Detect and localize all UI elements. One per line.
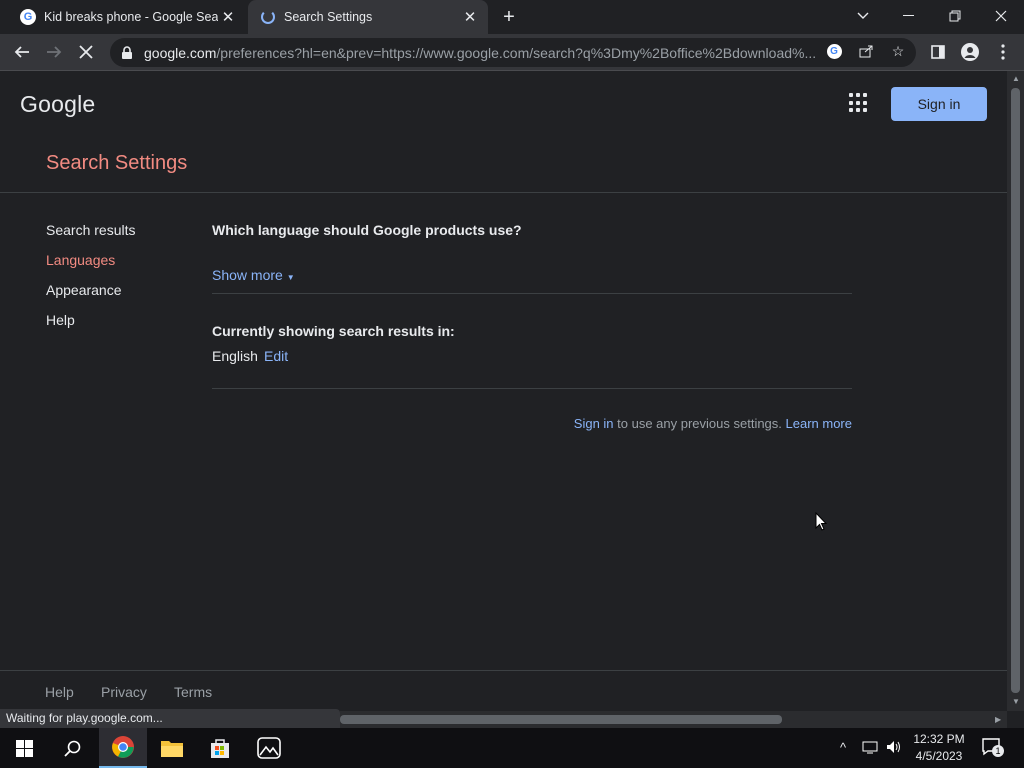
sign-in-link[interactable]: Sign in bbox=[574, 416, 614, 431]
footer-help-link[interactable]: Help bbox=[45, 684, 74, 700]
restore-icon[interactable] bbox=[932, 0, 978, 32]
bookmark-star-icon[interactable]: ☆ bbox=[887, 40, 909, 62]
status-bar: Waiting for play.google.com... bbox=[0, 709, 340, 728]
section-divider bbox=[212, 293, 852, 294]
sidebar-item-appearance[interactable]: Appearance bbox=[46, 282, 122, 298]
browser-toolbar: google.com/preferences?hl=en&prev=https:… bbox=[0, 34, 1024, 71]
search-icon[interactable] bbox=[48, 728, 96, 768]
chrome-taskbar-icon[interactable] bbox=[99, 728, 147, 768]
notification-badge: 1 bbox=[992, 745, 1004, 757]
sign-in-note: Sign in to use any previous settings. Le… bbox=[573, 416, 852, 431]
google-apps-icon[interactable] bbox=[849, 93, 869, 113]
horizontal-scroll-thumb[interactable] bbox=[340, 715, 782, 724]
tab-title: Kid breaks phone - Google Searc bbox=[44, 10, 218, 24]
sidebar-item-search-results[interactable]: Search results bbox=[46, 222, 135, 238]
file-explorer-icon[interactable] bbox=[148, 728, 196, 768]
dropdown-arrow-icon: ▼ bbox=[286, 273, 295, 282]
profile-icon[interactable] bbox=[956, 38, 984, 66]
volume-icon[interactable] bbox=[886, 740, 902, 757]
loading-spinner-icon bbox=[260, 9, 276, 25]
tab-google-search[interactable]: G Kid breaks phone - Google Searc ✕ bbox=[8, 0, 246, 34]
header-divider bbox=[0, 192, 1007, 193]
close-tab-icon[interactable]: ✕ bbox=[460, 7, 480, 27]
stop-loading-icon[interactable] bbox=[72, 38, 100, 66]
microsoft-store-icon[interactable] bbox=[196, 728, 244, 768]
clock-date: 4/5/2023 bbox=[915, 749, 963, 763]
footer-terms-link[interactable]: Terms bbox=[174, 684, 212, 700]
sidebar-item-languages[interactable]: Languages bbox=[46, 252, 115, 268]
language-question-heading: Which language should Google products us… bbox=[212, 222, 522, 238]
network-icon[interactable] bbox=[862, 740, 878, 757]
share-icon[interactable] bbox=[855, 40, 877, 62]
learn-more-link[interactable]: Learn more bbox=[786, 416, 852, 431]
address-bar[interactable]: google.com/preferences?hl=en&prev=https:… bbox=[110, 38, 916, 67]
scroll-down-icon[interactable]: ▼ bbox=[1012, 697, 1020, 706]
show-more-link[interactable]: Show more ▼ bbox=[212, 267, 295, 283]
google-lens-icon[interactable]: G bbox=[823, 40, 845, 62]
lock-icon[interactable] bbox=[120, 45, 134, 60]
notification-center-icon[interactable]: 1 bbox=[982, 738, 1004, 759]
new-tab-icon[interactable]: + bbox=[497, 5, 521, 29]
footer-privacy-link[interactable]: Privacy bbox=[101, 684, 147, 700]
minimize-icon[interactable] bbox=[886, 0, 932, 32]
results-language-heading: Currently showing search results in: bbox=[212, 323, 455, 339]
show-hidden-icons-icon[interactable]: ^ bbox=[840, 740, 846, 755]
page-content: Google Sign in Search Settings Search re… bbox=[0, 71, 1007, 711]
sidebar-item-help[interactable]: Help bbox=[46, 312, 75, 328]
forward-icon[interactable] bbox=[40, 38, 68, 66]
page-title: Search Settings bbox=[46, 152, 188, 174]
scroll-right-icon[interactable]: ▶ bbox=[995, 715, 1001, 724]
close-window-icon[interactable] bbox=[978, 0, 1024, 32]
close-tab-icon[interactable]: ✕ bbox=[218, 7, 238, 27]
sign-in-button[interactable]: Sign in bbox=[891, 87, 987, 121]
side-panel-icon[interactable] bbox=[924, 38, 952, 66]
horizontal-scrollbar[interactable]: ▶ bbox=[340, 711, 1007, 728]
vertical-scrollbar[interactable]: ▲ ▼ bbox=[1007, 71, 1024, 711]
results-language-value: English bbox=[212, 348, 258, 364]
tab-search-icon[interactable] bbox=[840, 0, 886, 32]
footer: Help Privacy Terms bbox=[0, 670, 1007, 711]
menu-icon[interactable] bbox=[989, 38, 1017, 66]
edit-language-link[interactable]: Edit bbox=[264, 348, 288, 364]
google-logo[interactable]: Google bbox=[20, 91, 95, 118]
windows-taskbar: ^ 12:32 PM 4/5/2023 1 bbox=[0, 728, 1024, 768]
url-text[interactable]: google.com/preferences?hl=en&prev=https:… bbox=[144, 45, 824, 61]
photos-app-icon[interactable] bbox=[245, 728, 293, 768]
section-divider bbox=[212, 388, 852, 389]
clock-time: 12:32 PM bbox=[913, 732, 965, 746]
google-g-icon: G bbox=[20, 9, 36, 25]
windows-start-icon[interactable] bbox=[0, 728, 48, 768]
vertical-scroll-thumb[interactable] bbox=[1011, 88, 1020, 693]
back-icon[interactable] bbox=[8, 38, 36, 66]
tab-strip: G Kid breaks phone - Google Searc ✕ Sear… bbox=[0, 0, 1024, 34]
tab-title: Search Settings bbox=[284, 10, 373, 24]
scroll-up-icon[interactable]: ▲ bbox=[1012, 74, 1020, 83]
tab-search-settings[interactable]: Search Settings ✕ bbox=[248, 0, 488, 34]
taskbar-clock[interactable]: 12:32 PM 4/5/2023 bbox=[908, 731, 970, 765]
